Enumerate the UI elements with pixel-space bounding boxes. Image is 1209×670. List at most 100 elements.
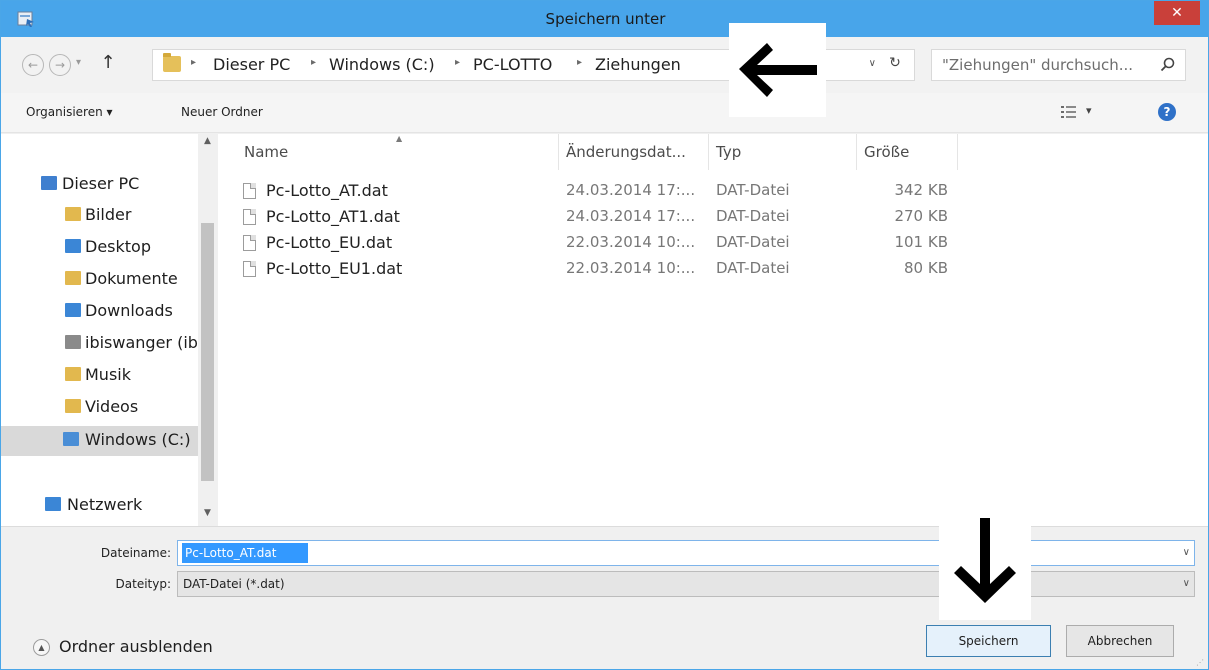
videos-folder-icon	[65, 399, 81, 413]
arrow-down-icon	[954, 518, 1016, 603]
sidebar-item-label: Bilder	[85, 205, 132, 224]
details-view-icon	[1061, 106, 1076, 118]
sidebar-item-label: ibiswanger (ib	[85, 333, 198, 352]
file-icon	[243, 261, 256, 277]
breadcrumb-separator: ▸	[455, 57, 461, 68]
save-as-dialog: Speichern unter ✕ ← → ▾ ↑ ▸ Dieser PC ▸ …	[0, 0, 1209, 670]
file-type: DAT-Datei	[716, 259, 790, 277]
file-row[interactable]: Pc-Lotto_AT.dat 24.03.2014 17:... DAT-Da…	[238, 179, 958, 205]
new-folder-button[interactable]: Neuer Ordner	[181, 105, 263, 119]
navigation-pane: Dieser PC Bilder Desktop Dokumente Downl…	[1, 134, 217, 526]
save-button[interactable]: Speichern	[926, 625, 1051, 657]
breadcrumb-separator: ▸	[577, 57, 583, 68]
sort-ascending-icon: ▲	[396, 134, 403, 143]
chevron-down-icon[interactable]: ∨	[1183, 578, 1190, 589]
column-divider[interactable]	[856, 134, 857, 170]
file-modified: 24.03.2014 17:...	[566, 181, 696, 199]
arrow-left-icon	[739, 43, 817, 97]
up-button[interactable]: ↑	[97, 52, 119, 76]
file-name: Pc-Lotto_EU1.dat	[266, 259, 403, 278]
view-dropdown-chevron: ▾	[1086, 104, 1092, 117]
column-header-size[interactable]: Größe	[864, 143, 909, 167]
chevron-down-icon[interactable]: ∨	[1183, 547, 1190, 558]
sidebar-item-ibiswanger[interactable]: ibiswanger (ib	[1, 329, 199, 359]
column-divider[interactable]	[957, 134, 958, 170]
breadcrumb-dieser-pc[interactable]: Dieser PC	[213, 55, 290, 74]
forward-button[interactable]: →	[49, 54, 71, 76]
resize-grip-icon[interactable]: ⋰	[1196, 658, 1204, 667]
file-row[interactable]: Pc-Lotto_EU1.dat 22.03.2014 10:... DAT-D…	[238, 257, 958, 283]
file-name: Pc-Lotto_AT.dat	[266, 181, 388, 200]
sidebar-item-videos[interactable]: Videos	[1, 393, 199, 423]
column-header-type[interactable]: Typ	[716, 143, 741, 167]
file-modified: 24.03.2014 17:...	[566, 207, 696, 225]
sidebar-item-dokumente[interactable]: Dokumente	[1, 265, 199, 295]
folder-icon	[163, 53, 181, 72]
filename-combobox[interactable]: ∨	[177, 540, 1195, 566]
file-size: 342 KB	[894, 181, 948, 199]
file-size: 270 KB	[894, 207, 948, 225]
breadcrumb-separator: ▸	[191, 57, 197, 68]
scroll-down-arrow-icon[interactable]: ▼	[198, 508, 217, 522]
hide-folders-label: Ordner ausblenden	[59, 637, 213, 656]
desktop-folder-icon	[65, 239, 81, 253]
navigation-bar: ← → ▾ ↑ ▸ Dieser PC ▸ Windows (C:) ▸ PC-…	[1, 37, 1208, 93]
breadcrumb-pc-lotto[interactable]: PC-LOTTO	[473, 55, 552, 74]
breadcrumb-windows-c[interactable]: Windows (C:)	[329, 55, 435, 74]
file-name: Pc-Lotto_AT1.dat	[266, 207, 400, 226]
sidebar-item-label: Windows (C:)	[85, 430, 191, 449]
sidebar-item-label: Dokumente	[85, 269, 178, 288]
organize-button[interactable]: Organisieren ▾	[26, 105, 113, 119]
breadcrumb-separator: ▸	[311, 57, 317, 68]
sidebar-item-bilder[interactable]: Bilder	[1, 201, 199, 231]
downloads-folder-icon	[65, 303, 81, 317]
command-toolbar: Organisieren ▾ Neuer Ordner ▾ ?	[1, 93, 1208, 133]
filetype-label: Dateityp:	[115, 577, 171, 591]
file-type: DAT-Datei	[716, 233, 790, 251]
filename-input[interactable]	[182, 543, 308, 563]
drive-icon	[63, 432, 79, 446]
cancel-button[interactable]: Abbrechen	[1066, 625, 1174, 657]
scrollbar-thumb[interactable]	[201, 223, 214, 481]
sidebar-item-label: Dieser PC	[62, 174, 140, 193]
file-row[interactable]: Pc-Lotto_EU.dat 22.03.2014 10:... DAT-Da…	[238, 231, 958, 257]
file-modified: 22.03.2014 10:...	[566, 259, 696, 277]
navigation-scrollbar[interactable]: ▲ ▼	[198, 134, 217, 526]
collapse-icon: ▲	[33, 639, 50, 656]
filetype-value: DAT-Datei (*.dat)	[183, 577, 285, 591]
view-options-button[interactable]: ▾	[1061, 104, 1101, 122]
refresh-button[interactable]: ↻	[884, 55, 906, 77]
file-row[interactable]: Pc-Lotto_AT1.dat 24.03.2014 17:... DAT-D…	[238, 205, 958, 231]
column-divider[interactable]	[708, 134, 709, 170]
sidebar-item-netzwerk[interactable]: Netzwerk	[1, 491, 199, 521]
pictures-folder-icon	[65, 207, 81, 221]
search-icon[interactable]	[1159, 56, 1177, 74]
network-drive-icon	[65, 335, 81, 349]
sidebar-item-downloads[interactable]: Downloads	[1, 297, 199, 327]
column-divider[interactable]	[558, 134, 559, 170]
column-header-modified[interactable]: Änderungsdat...	[566, 143, 686, 167]
sidebar-item-desktop[interactable]: Desktop	[1, 233, 199, 263]
sidebar-item-windows-c[interactable]: Windows (C:)	[1, 426, 199, 456]
back-button[interactable]: ←	[22, 54, 44, 76]
search-input[interactable]	[933, 51, 1153, 79]
sidebar-item-label: Desktop	[85, 237, 151, 256]
sidebar-item-dieser-pc[interactable]: Dieser PC	[1, 170, 199, 200]
scroll-up-arrow-icon[interactable]: ▲	[198, 136, 217, 150]
column-header-name[interactable]: Name	[244, 143, 288, 167]
file-icon	[243, 209, 256, 225]
file-size: 101 KB	[894, 233, 948, 251]
sidebar-item-musik[interactable]: Musik	[1, 361, 199, 391]
network-icon	[45, 497, 61, 511]
title-bar: Speichern unter ✕	[1, 1, 1208, 37]
recent-locations-button[interactable]: ▾	[76, 57, 81, 68]
address-dropdown-button[interactable]: ∨	[869, 58, 876, 69]
file-size: 80 KB	[904, 259, 948, 277]
breadcrumb-ziehungen[interactable]: Ziehungen	[595, 55, 681, 74]
filetype-select[interactable]: DAT-Datei (*.dat) ∨	[177, 571, 1195, 597]
search-box[interactable]	[931, 49, 1186, 81]
help-button[interactable]: ?	[1158, 103, 1176, 121]
close-button[interactable]: ✕	[1154, 1, 1200, 25]
sidebar-item-label: Videos	[85, 397, 139, 416]
file-name: Pc-Lotto_EU.dat	[266, 233, 393, 252]
